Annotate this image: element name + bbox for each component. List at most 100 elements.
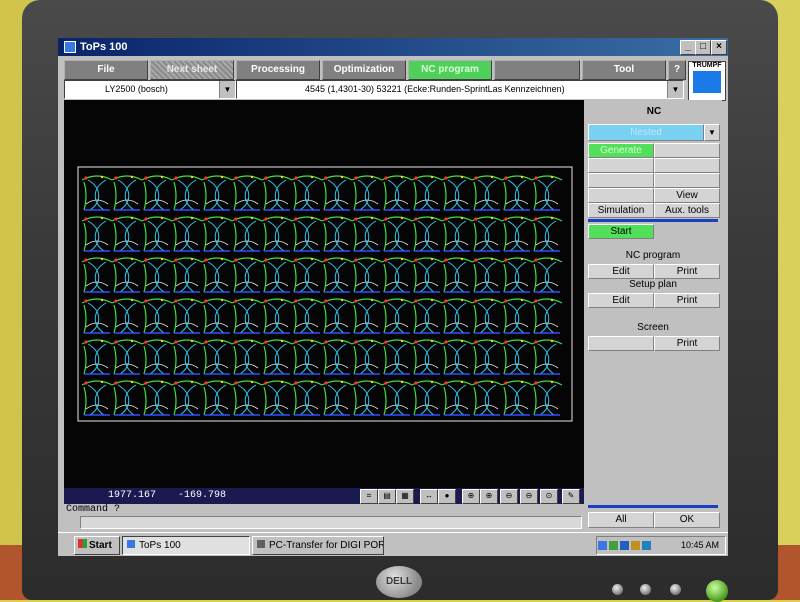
part-contour — [143, 386, 147, 416]
zoom-extents-icon[interactable]: ⌗ — [360, 489, 378, 504]
network-icon[interactable] — [609, 541, 618, 550]
taskbar-item-pc-transfer[interactable]: PC-Transfer for DIGI POR... — [252, 536, 384, 555]
ok-button[interactable]: OK — [654, 512, 720, 528]
monitor-down-button[interactable] — [640, 584, 651, 595]
close-button[interactable]: × — [711, 40, 727, 55]
minimize-button[interactable]: _ — [680, 40, 696, 55]
update-icon[interactable] — [642, 541, 651, 550]
part-contour — [304, 302, 317, 334]
part-contour — [533, 386, 537, 416]
menu-processing[interactable]: Processing — [236, 60, 320, 80]
pierce-point — [550, 175, 554, 179]
menu-blank[interactable] — [494, 60, 580, 80]
pierce-point — [400, 257, 404, 261]
screen-empty-button[interactable] — [588, 336, 654, 351]
nc-mode-select[interactable]: Nested — [588, 124, 704, 141]
monitor-up-button[interactable] — [670, 584, 681, 595]
empty-button-3[interactable] — [654, 158, 720, 173]
pierce-point — [264, 258, 268, 262]
setup-plan-print-button[interactable]: Print — [654, 293, 720, 308]
view-button[interactable]: View — [654, 188, 720, 203]
nc-program-print-button[interactable]: Print — [654, 264, 720, 279]
start-menu-label: Start — [89, 540, 112, 551]
machine-select[interactable]: LY2500 (bosch) ▼ — [64, 80, 236, 99]
layers-icon[interactable]: ▤ — [378, 489, 396, 504]
start-menu-button[interactable]: Start — [74, 536, 120, 555]
chevron-down-icon[interactable]: ▼ — [219, 81, 235, 98]
screen-print-button[interactable]: Print — [654, 336, 720, 351]
all-button[interactable]: All — [588, 512, 654, 528]
pierce-point — [414, 176, 418, 180]
window-titlebar[interactable]: ToPs 100 _ □ × — [58, 38, 728, 56]
security-icon[interactable] — [631, 541, 640, 550]
monitor-menu-button[interactable] — [612, 584, 623, 595]
part-contour — [507, 384, 520, 416]
command-area: Command ? — [64, 504, 584, 530]
pierce-point — [504, 340, 508, 344]
pierce-point — [144, 258, 148, 262]
part-contour — [117, 261, 130, 293]
setup-plan-edit-button[interactable]: Edit — [588, 293, 654, 308]
globe-icon[interactable] — [620, 541, 629, 550]
part-contour — [447, 343, 460, 375]
zoom-out-icon[interactable]: ⊖ — [500, 489, 518, 504]
menu-tool[interactable]: Tool — [582, 60, 666, 80]
zoom-previous-icon[interactable]: ⊖ — [520, 489, 538, 504]
generate-button[interactable]: Generate — [588, 143, 654, 158]
point-icon[interactable]: ● — [438, 489, 456, 504]
part-contour — [304, 384, 317, 416]
menu-next-sheet[interactable]: Next sheet — [150, 60, 234, 80]
part-contour — [364, 261, 377, 293]
part-contour — [143, 181, 147, 211]
empty-button-4[interactable] — [588, 173, 654, 188]
part-select[interactable]: 4545 (1,4301-30) 53221 (Ecke:Runden-Spri… — [236, 80, 684, 99]
part-contour — [154, 261, 167, 293]
chevron-down-icon[interactable]: ▼ — [667, 81, 683, 98]
power-button[interactable] — [706, 580, 728, 602]
empty-button-6[interactable] — [588, 188, 654, 203]
taskbar-item-tops[interactable]: ToPs 100 — [122, 536, 250, 555]
menu-optimization[interactable]: Optimization — [322, 60, 406, 80]
part-contour — [173, 304, 177, 334]
empty-button-5[interactable] — [654, 173, 720, 188]
start-button[interactable]: Start — [588, 224, 654, 239]
volume-icon[interactable] — [598, 541, 607, 550]
pierce-point — [370, 339, 374, 343]
pierce-point — [490, 216, 494, 220]
chevron-down-icon[interactable]: ▼ — [704, 124, 720, 141]
nc-program-edit-button[interactable]: Edit — [588, 264, 654, 279]
simulation-button[interactable]: Simulation — [588, 203, 654, 218]
zoom-all-icon[interactable]: ⊙ — [540, 489, 558, 504]
pierce-point — [130, 216, 134, 220]
zoom-window-icon[interactable]: ⊕ — [480, 489, 498, 504]
pierce-point — [414, 340, 418, 344]
pierce-point — [430, 339, 434, 343]
menu-help[interactable]: ? — [668, 60, 686, 80]
pierce-point — [100, 380, 104, 384]
maximize-button[interactable]: □ — [695, 40, 711, 55]
pierce-point — [130, 380, 134, 384]
pierce-point — [340, 298, 344, 302]
empty-button-1[interactable] — [654, 143, 720, 158]
part-contour — [233, 263, 237, 293]
part-contour — [334, 261, 347, 293]
command-input[interactable] — [80, 516, 582, 529]
pierce-point — [220, 380, 224, 384]
part-contour — [233, 345, 237, 375]
part-contour — [364, 302, 377, 334]
aux-tools-button[interactable]: Aux. tools — [654, 203, 720, 218]
pierce-point — [354, 176, 358, 180]
part-contour — [443, 386, 447, 416]
part-contour — [274, 179, 287, 211]
menu-nc-program[interactable]: NC program — [408, 60, 492, 80]
grid-icon[interactable]: ▦ — [396, 489, 414, 504]
empty-button-2[interactable] — [588, 158, 654, 173]
menu-file[interactable]: File — [64, 60, 148, 80]
part-contour — [83, 386, 87, 416]
part-contour — [387, 220, 400, 252]
pen-icon[interactable]: ✎ — [562, 489, 580, 504]
zoom-in-icon[interactable]: ⊕ — [462, 489, 480, 504]
part-contour — [177, 343, 190, 375]
measure-icon[interactable]: ↔ — [420, 489, 438, 504]
drawing-canvas[interactable] — [64, 100, 584, 488]
